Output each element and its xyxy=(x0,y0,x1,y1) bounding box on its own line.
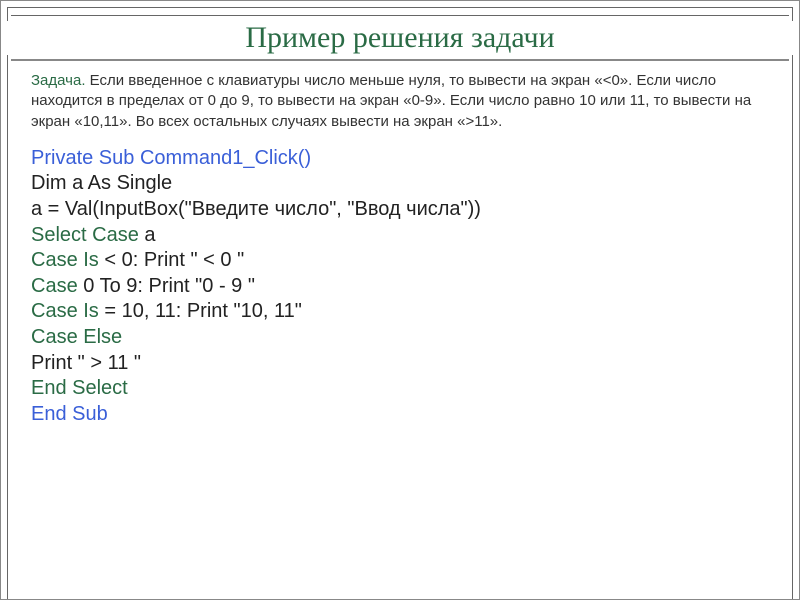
code-line-5: Case Is < 0: Print " < 0 " xyxy=(31,248,769,274)
slide-title: Пример решения задачи xyxy=(1,21,799,55)
code-line-4: Select Case a xyxy=(31,223,769,249)
code-text: 0 To 9: Print "0 - 9 " xyxy=(78,275,255,297)
code-keyword: Select Case xyxy=(31,224,139,246)
code-line-1: Private Sub Command1_Click() xyxy=(31,146,769,172)
task-body: Если введенное с клавиатуры число меньше… xyxy=(31,72,751,130)
code-keyword: Case xyxy=(31,275,78,297)
code-line-6: Case 0 To 9: Print "0 - 9 " xyxy=(31,274,769,300)
code-line-7: Case Is = 10, 11: Print "10, 11" xyxy=(31,299,769,325)
code-line-8: Case Else xyxy=(31,325,769,351)
code-line-2: Dim a As Single xyxy=(31,171,769,197)
code-keyword: Case Is xyxy=(31,300,99,322)
code-keyword: Case Is xyxy=(31,249,99,271)
title-rule-top xyxy=(11,15,789,16)
slide-content: Задача. Если введенное с клавиатуры числ… xyxy=(31,71,769,427)
code-line-9: Print " > 11 " xyxy=(31,351,769,377)
title-rule-bottom xyxy=(11,59,789,61)
code-block: Private Sub Command1_Click() Dim a As Si… xyxy=(31,146,769,428)
code-line-10: End Select xyxy=(31,376,769,402)
task-label: Задача. xyxy=(31,72,86,89)
task-paragraph: Задача. Если введенное с клавиатуры числ… xyxy=(31,71,769,132)
code-text: a xyxy=(139,224,156,246)
code-text: < 0: Print " < 0 " xyxy=(99,249,244,271)
code-line-3: a = Val(InputBox("Введите число", "Ввод … xyxy=(31,197,769,223)
code-line-11: End Sub xyxy=(31,402,769,428)
code-text: = 10, 11: Print "10, 11" xyxy=(99,300,302,322)
